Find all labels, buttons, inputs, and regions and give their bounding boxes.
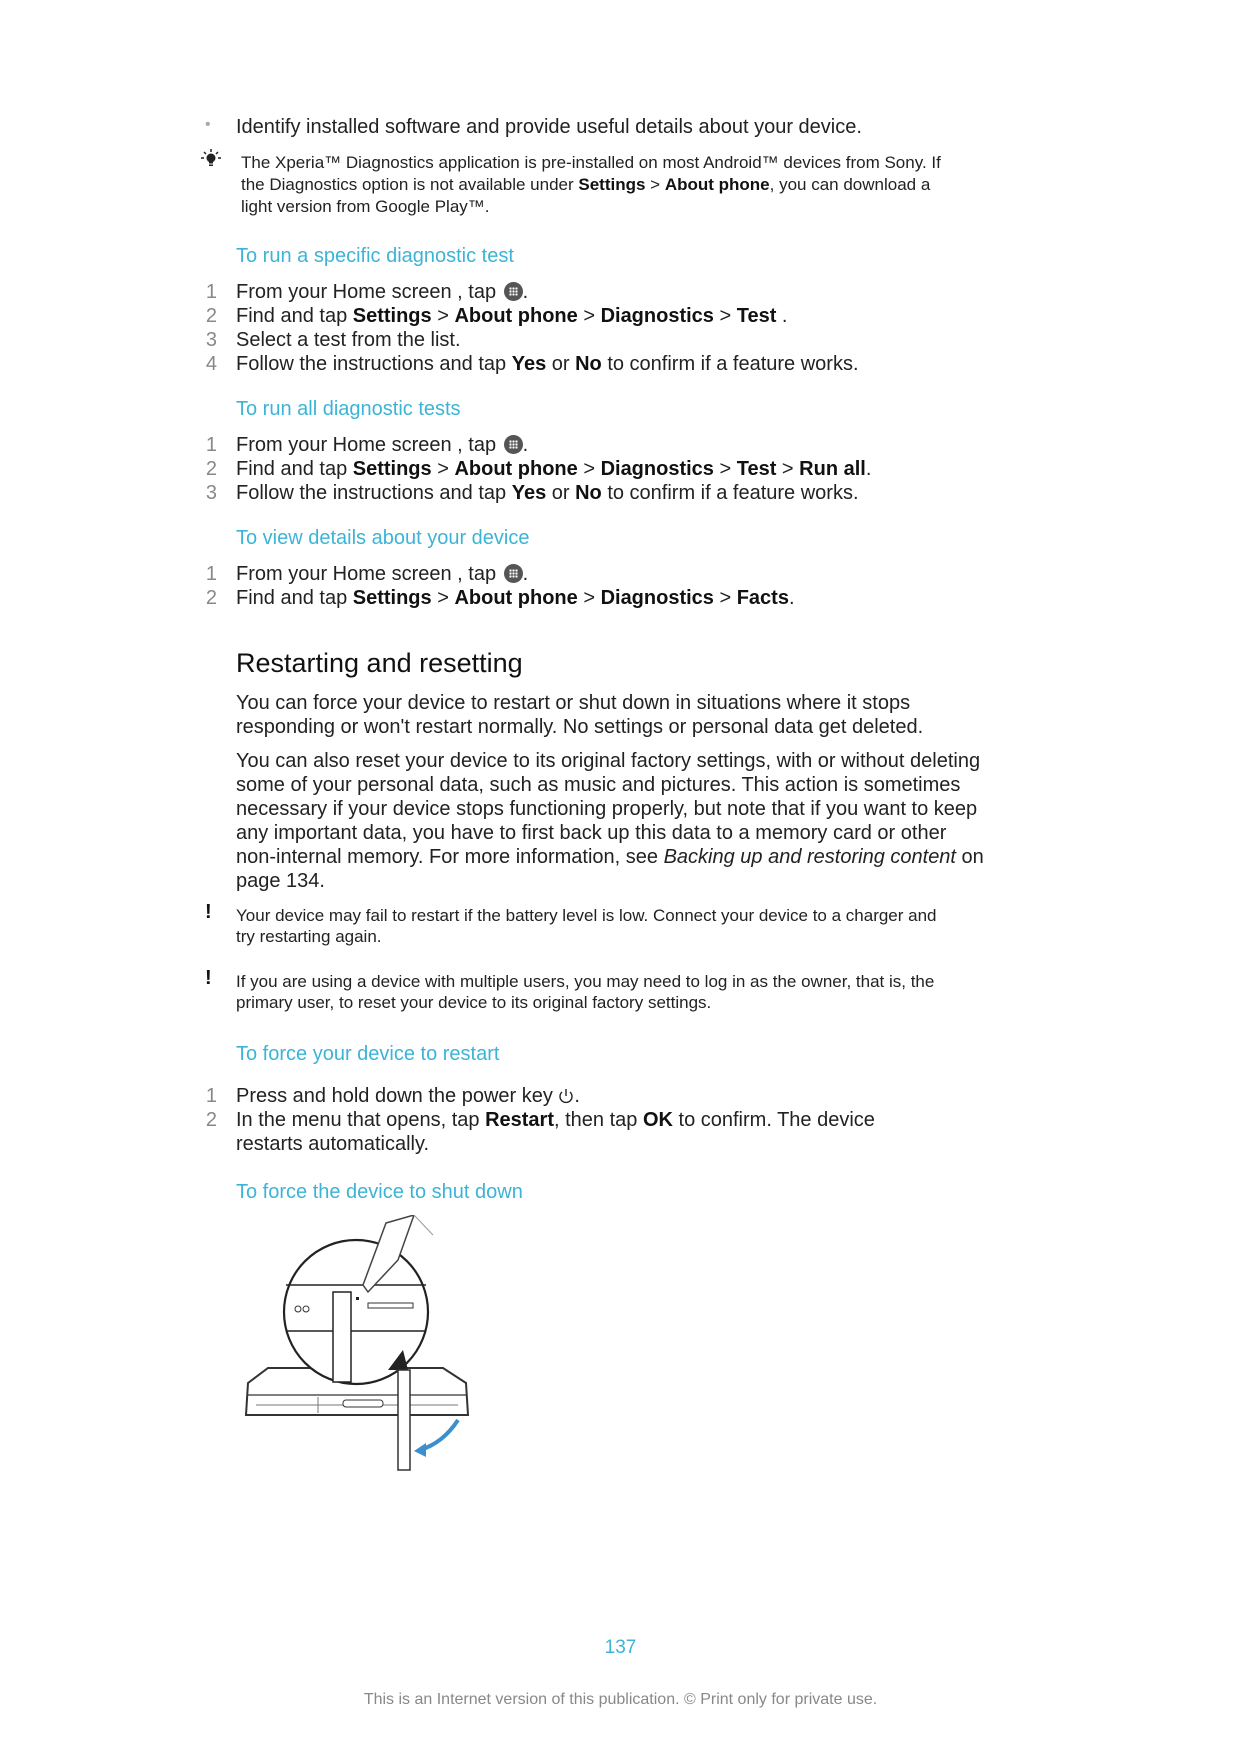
apps-icon bbox=[503, 282, 523, 301]
step: In the menu that opens, tap Restart, the… bbox=[236, 1109, 875, 1155]
step: Find and tap Settings > About phone > Di… bbox=[236, 305, 788, 327]
cross-reference-link[interactable]: Backing up and restoring content bbox=[664, 846, 956, 868]
warning-icon: ! bbox=[205, 901, 212, 923]
apps-icon bbox=[503, 564, 523, 583]
section-heading-view-details: To view details about your device bbox=[236, 527, 530, 549]
step: Press and hold down the power key . bbox=[236, 1085, 580, 1107]
step: From your Home screen , tap . bbox=[236, 563, 529, 585]
bullet-item: Identify installed software and provide … bbox=[236, 116, 862, 138]
step: Select a test from the list. bbox=[236, 329, 461, 351]
apps-icon bbox=[503, 435, 523, 454]
step: Find and tap Settings > About phone > Di… bbox=[236, 458, 872, 480]
lightbulb-icon bbox=[201, 149, 221, 166]
tip-note: The Xperia™ Diagnostics application is p… bbox=[241, 153, 941, 216]
section-heading-specific-test: To run a specific diagnostic test bbox=[236, 245, 514, 267]
step: Find and tap Settings > About phone > Di… bbox=[236, 587, 795, 609]
section-heading-force-shutdown: To force the device to shut down bbox=[236, 1181, 523, 1203]
step: From your Home screen , tap . bbox=[236, 281, 529, 303]
bullet-dot: • bbox=[205, 116, 211, 133]
step: From your Home screen , tap . bbox=[236, 434, 529, 456]
page-number: 137 bbox=[604, 1637, 637, 1658]
section-heading-force-restart: To force your device to restart bbox=[236, 1043, 500, 1065]
device-shutdown-illustration bbox=[244, 1215, 470, 1471]
paragraph: You can force your device to restart or … bbox=[236, 692, 924, 738]
paragraph: You can also reset your device to its or… bbox=[236, 750, 984, 892]
step: Follow the instructions and tap Yes or N… bbox=[236, 482, 859, 504]
warning-icon: ! bbox=[205, 967, 212, 989]
warning-note: Your device may fail to restart if the b… bbox=[236, 906, 937, 946]
section-heading-all-tests: To run all diagnostic tests bbox=[236, 398, 461, 420]
warning-note: If you are using a device with multiple … bbox=[236, 972, 935, 1012]
step: Follow the instructions and tap Yes or N… bbox=[236, 353, 859, 375]
power-icon bbox=[559, 1089, 574, 1104]
section-title-restarting: Restarting and resetting bbox=[236, 648, 523, 678]
footer-notice: This is an Internet version of this publ… bbox=[363, 1691, 878, 1708]
